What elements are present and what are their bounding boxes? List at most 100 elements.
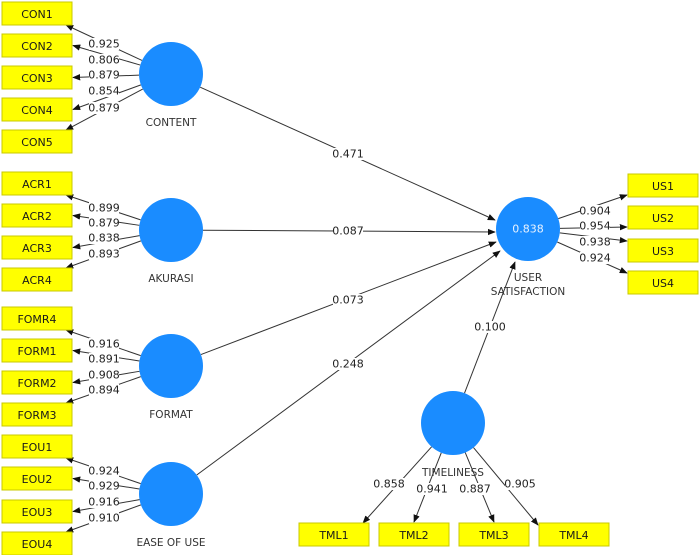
indicator-label: FOMR4 bbox=[17, 313, 56, 326]
indicator-form3[interactable]: FORM3 bbox=[1, 402, 73, 427]
loading-value-us1: 0.904 bbox=[579, 205, 611, 218]
latent-circle[interactable] bbox=[139, 462, 203, 526]
indicator-label: ACR4 bbox=[22, 274, 52, 287]
indicator-label: EOU3 bbox=[22, 506, 53, 519]
indicator-tml1[interactable]: TML1 bbox=[298, 522, 370, 547]
indicator-form1[interactable]: FORM1 bbox=[1, 338, 73, 363]
indicator-acr4[interactable]: ACR4 bbox=[1, 267, 73, 292]
loading-value-tml2: 0.941 bbox=[416, 483, 448, 496]
loading-value-acr4: 0.893 bbox=[88, 248, 120, 261]
loading-value-us3: 0.938 bbox=[579, 236, 611, 249]
indicator-label: CON3 bbox=[21, 72, 53, 85]
loading-value-eou3: 0.916 bbox=[88, 496, 120, 509]
indicator-acr3[interactable]: ACR3 bbox=[1, 235, 73, 260]
latent-circle[interactable] bbox=[139, 42, 203, 106]
indicator-label: TML2 bbox=[398, 529, 428, 542]
indicator-tml3[interactable]: TML3 bbox=[458, 522, 530, 547]
indicator-label: CON5 bbox=[21, 136, 53, 149]
latent-label: EASE OF USE bbox=[136, 537, 205, 549]
latent-circle[interactable] bbox=[139, 198, 203, 262]
indicator-label: TML3 bbox=[478, 529, 508, 542]
latent-us[interactable]: 0.838 USER SATISFACTION bbox=[491, 197, 565, 298]
latent-label-line: USER bbox=[514, 272, 542, 284]
latent-circle[interactable] bbox=[421, 391, 485, 455]
loading-value-us4: 0.924 bbox=[579, 252, 611, 265]
latent-label: TIMELINESS bbox=[421, 467, 484, 479]
indicator-label: ACR1 bbox=[22, 178, 52, 191]
loading-value-con4: 0.854 bbox=[88, 85, 120, 98]
indicator-us1[interactable]: US1 bbox=[627, 173, 699, 198]
loading-value-con3: 0.879 bbox=[88, 69, 120, 82]
indicator-us3[interactable]: US3 bbox=[627, 238, 699, 263]
indicator-con4[interactable]: CON4 bbox=[1, 97, 73, 122]
loading-value-tml1: 0.858 bbox=[373, 478, 405, 491]
loading-value-con5: 0.879 bbox=[88, 102, 120, 115]
path-coefficient-timeliness: 0.100 bbox=[474, 321, 506, 334]
indicator-con2[interactable]: CON2 bbox=[1, 33, 73, 58]
indicator-label: US3 bbox=[652, 245, 674, 258]
r-squared-value: 0.838 bbox=[512, 223, 544, 236]
latent-ease[interactable]: EASE OF USE bbox=[136, 462, 206, 549]
indicator-eou1[interactable]: EOU1 bbox=[1, 434, 73, 459]
indicator-con3[interactable]: CON3 bbox=[1, 65, 73, 90]
indicator-tml2[interactable]: TML2 bbox=[378, 522, 450, 547]
indicator-label: CON2 bbox=[21, 40, 53, 53]
indicator-eou2[interactable]: EOU2 bbox=[1, 466, 73, 491]
indicator-eou4[interactable]: EOU4 bbox=[1, 531, 73, 555]
loading-value-acr3: 0.838 bbox=[88, 232, 120, 245]
loading-value-acr2: 0.879 bbox=[88, 217, 120, 230]
indicator-label: CON4 bbox=[21, 104, 53, 117]
indicator-label: FORM2 bbox=[17, 377, 56, 390]
loading-value-con1: 0.925 bbox=[88, 38, 120, 51]
latent-label: FORMAT bbox=[149, 409, 193, 421]
indicator-con5[interactable]: CON5 bbox=[1, 129, 73, 154]
indicator-acr2[interactable]: ACR2 bbox=[1, 203, 73, 228]
indicator-label: EOU4 bbox=[22, 538, 53, 551]
latent-timeliness[interactable]: TIMELINESS bbox=[421, 391, 485, 479]
latent-circle[interactable] bbox=[139, 334, 203, 398]
loading-value-tml4: 0.905 bbox=[504, 478, 536, 491]
loading-value-fomr4: 0.916 bbox=[88, 338, 120, 351]
latent-label: CONTENT bbox=[146, 117, 197, 129]
indicator-label: US4 bbox=[652, 277, 674, 290]
indicator-label: TML1 bbox=[318, 529, 348, 542]
indicator-label: ACR3 bbox=[22, 242, 52, 255]
indicator-con1[interactable]: CON1 bbox=[1, 1, 73, 26]
indicator-label: CON1 bbox=[21, 8, 53, 21]
indicator-form2[interactable]: FORM2 bbox=[1, 370, 73, 395]
indicator-label: FORM1 bbox=[17, 345, 56, 358]
loading-value-form2: 0.908 bbox=[88, 369, 120, 382]
loading-value-us2: 0.954 bbox=[579, 220, 611, 233]
indicator-fomr4[interactable]: FOMR4 bbox=[1, 306, 73, 331]
indicator-us2[interactable]: US2 bbox=[627, 205, 699, 230]
latent-label-line: SATISFACTION bbox=[491, 286, 565, 298]
loading-value-eou4: 0.910 bbox=[88, 512, 120, 525]
path-coefficient-content: 0.471 bbox=[332, 148, 364, 161]
indicator-acr1[interactable]: ACR1 bbox=[1, 171, 73, 196]
path-coefficient-akurasi: 0.087 bbox=[332, 225, 364, 238]
loading-value-tml3: 0.887 bbox=[459, 483, 491, 496]
path-model-diagram: 0.925 0.806 0.879 0.854 0.879 0.899 0.879 0.838… bbox=[1, 1, 699, 555]
latent-content[interactable]: CONTENT bbox=[139, 42, 203, 129]
loading-value-form3: 0.894 bbox=[88, 384, 120, 397]
indicator-label: ACR2 bbox=[22, 210, 52, 223]
indicator-label: FORM3 bbox=[17, 409, 56, 422]
loading-value-eou2: 0.929 bbox=[88, 480, 120, 493]
path-coefficient-format: 0.073 bbox=[332, 294, 364, 307]
path-coefficient-ease: 0.248 bbox=[332, 358, 364, 371]
indicator-eou3[interactable]: EOU3 bbox=[1, 499, 73, 524]
loading-value-form1: 0.891 bbox=[88, 353, 120, 366]
loading-value-con2: 0.806 bbox=[88, 54, 120, 67]
indicator-label: EOU2 bbox=[22, 473, 53, 486]
indicator-label: US1 bbox=[652, 180, 674, 193]
loading-value-eou1: 0.924 bbox=[88, 465, 120, 478]
indicator-label: TML4 bbox=[558, 529, 588, 542]
latent-format[interactable]: FORMAT bbox=[139, 334, 203, 421]
indicator-label: US2 bbox=[652, 212, 674, 225]
latent-label: AKURASI bbox=[148, 273, 193, 285]
latent-akurasi[interactable]: AKURASI bbox=[139, 198, 203, 285]
indicator-label: EOU1 bbox=[22, 441, 53, 454]
indicator-tml4[interactable]: TML4 bbox=[538, 522, 610, 547]
indicator-us4[interactable]: US4 bbox=[627, 270, 699, 295]
loading-value-acr1: 0.899 bbox=[88, 202, 120, 215]
